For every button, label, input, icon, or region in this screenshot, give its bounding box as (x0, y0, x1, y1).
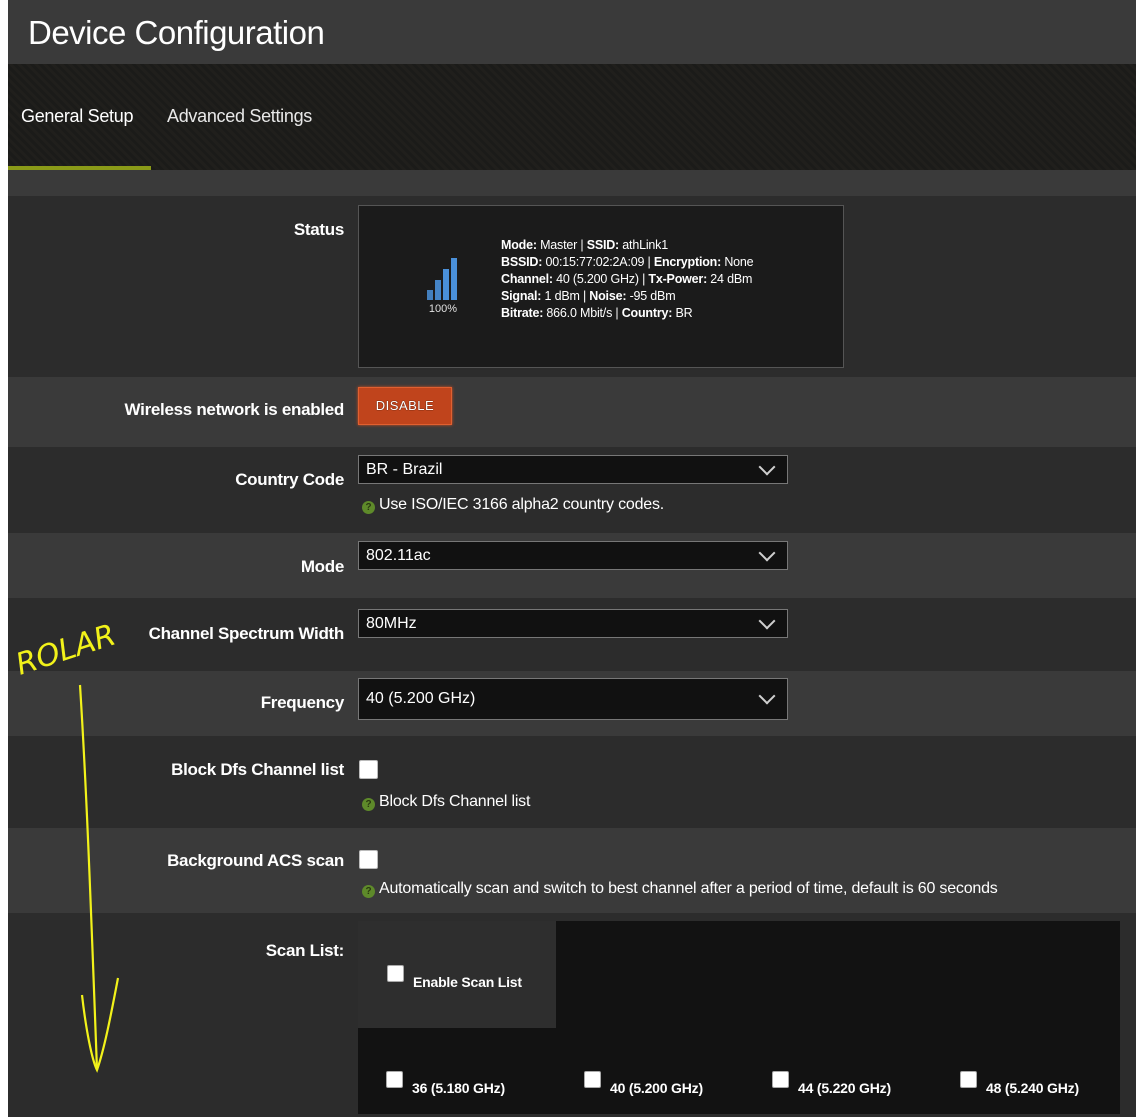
background-acs-label: Background ACS scan (167, 851, 344, 870)
scroll-annotation: ROLAR (12, 618, 120, 1073)
scan-list-row: Scan List: Enable Scan List 36 (5.180 GH… (8, 913, 1136, 1117)
tab-general-setup[interactable]: General Setup (21, 106, 133, 127)
status-label: Status (293, 220, 344, 239)
scan-list-header: Enable Scan List (358, 921, 556, 1028)
mode-label: Mode (300, 557, 344, 576)
status-panel: 100% Mode: Master | SSID: athLink1 BSSID… (358, 205, 844, 368)
signal-percent: 100% (428, 303, 458, 315)
annotation-text: ROLAR (12, 618, 120, 683)
channel-44-label: 44 (5.220 GHz) (798, 1080, 891, 1096)
enable-scan-list-checkbox[interactable] (387, 965, 404, 982)
mode-row: Mode 802.11ac (8, 533, 1136, 598)
mode-value: 802.11ac (366, 547, 431, 564)
channel-width-row: Channel Spectrum Width 80MHz (8, 598, 1136, 671)
frequency-label: Frequency (260, 693, 345, 712)
tab-advanced-settings[interactable]: Advanced Settings (167, 106, 312, 127)
channel-40-label: 40 (5.200 GHz) (610, 1080, 703, 1096)
channel-44-checkbox[interactable] (772, 1071, 789, 1088)
frequency-value: 40 (5.200 GHz) (366, 690, 476, 707)
channel-36-checkbox[interactable] (386, 1071, 403, 1088)
country-code-value: BR - Brazil (366, 461, 443, 478)
wireless-enabled-label: Wireless network is enabled (124, 400, 345, 419)
channel-36-label: 36 (5.180 GHz) (412, 1080, 505, 1096)
scan-list-panel: Enable Scan List 36 (5.180 GHz) 40 (5.20… (358, 921, 1120, 1114)
signal-bars-icon (427, 256, 459, 300)
channel-40-checkbox[interactable] (584, 1071, 601, 1088)
block-dfs-label: Block Dfs Channel list (171, 760, 344, 779)
scan-list-label: Scan List: (265, 941, 345, 960)
arrow-down-icon (78, 684, 99, 1071)
frequency-row: Frequency 40 (5.200 GHz) (8, 671, 1136, 736)
chevron-down-icon (758, 458, 776, 475)
help-icon: ? (362, 798, 375, 811)
arrow-head-icon (80, 977, 120, 1073)
country-code-label: Country Code (235, 470, 344, 489)
wireless-enabled-row: Wireless network is enabled DISABLE (8, 377, 1136, 447)
block-dfs-row: Block Dfs Channel list ? Block Dfs Channe… (8, 736, 1136, 828)
country-code-help: ? Use ISO/IEC 3166 alpha2 country codes. (362, 496, 664, 514)
chevron-down-icon (758, 687, 776, 705)
country-code-select[interactable]: BR - Brazil (358, 455, 788, 484)
chevron-down-icon (758, 544, 776, 561)
block-dfs-help: ? Block Dfs Channel list (362, 793, 530, 811)
mode-select[interactable]: 802.11ac (358, 541, 788, 570)
block-dfs-checkbox[interactable] (359, 760, 378, 779)
channel-48-checkbox[interactable] (960, 1071, 977, 1088)
country-code-row: Country Code BR - Brazil ? Use ISO/IEC 31… (8, 447, 1136, 533)
chevron-down-icon (758, 612, 776, 629)
tab-bar: General Setup Advanced Settings (8, 64, 1136, 170)
background-acs-row: Background ACS scan ? Automatically scan … (8, 828, 1136, 913)
background-acs-help: ? Automatically scan and switch to best c… (362, 880, 998, 898)
section-gap (8, 170, 1136, 196)
page-title: Device Configuration (28, 14, 325, 51)
status-row: Status 100% Mode: Master | SSID: athLink… (8, 196, 1136, 377)
channel-width-label: Channel Spectrum Width (148, 624, 345, 643)
status-details: Mode: Master | SSID: athLink1 BSSID: 00:… (501, 238, 754, 320)
help-icon: ? (362, 885, 375, 898)
channel-48-label: 48 (5.240 GHz) (986, 1080, 1079, 1096)
help-icon: ? (362, 501, 375, 514)
page: Device Configuration General Setup Advan… (8, 0, 1136, 1117)
channel-width-value: 80MHz (366, 615, 417, 632)
enable-scan-list-label: Enable Scan List (413, 974, 522, 990)
background-acs-checkbox[interactable] (359, 850, 378, 869)
title-bar: Device Configuration (8, 0, 1136, 64)
frequency-select[interactable]: 40 (5.200 GHz) (358, 678, 788, 720)
channel-width-select[interactable]: 80MHz (358, 609, 788, 638)
disable-wireless-button[interactable]: DISABLE (358, 387, 452, 425)
signal-indicator: 100% (425, 256, 461, 315)
